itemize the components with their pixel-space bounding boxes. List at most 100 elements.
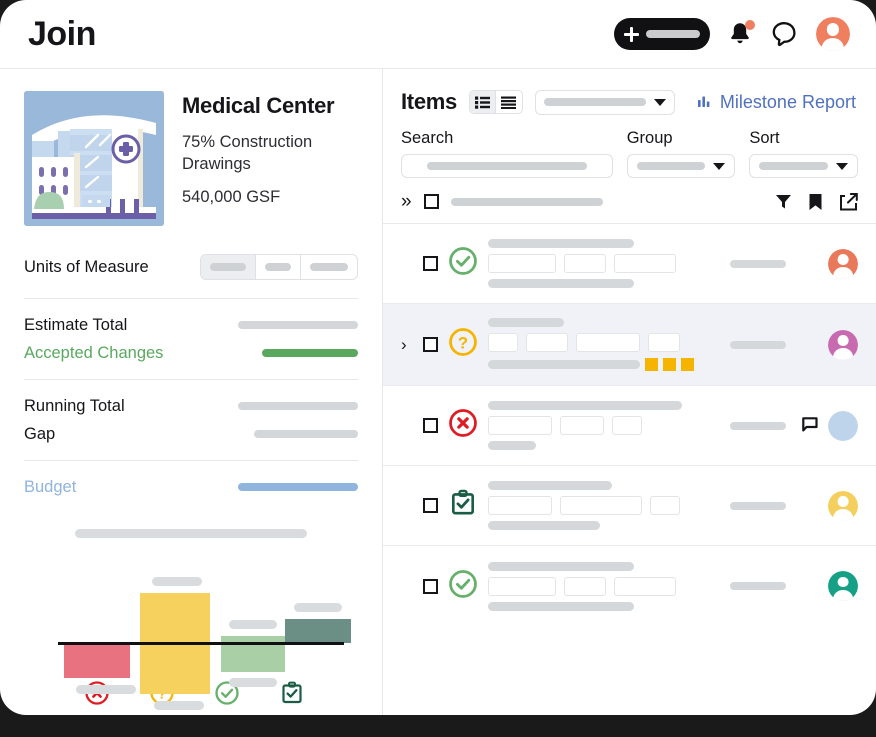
chat-bubble-icon <box>772 22 796 47</box>
main-content: Medical Center 75% Construction Drawings… <box>0 68 876 715</box>
uom-segment-2-label <box>265 263 291 271</box>
milestone-select-value <box>543 98 646 106</box>
search-input-value <box>426 162 587 170</box>
row-checkbox[interactable] <box>423 578 438 594</box>
table-row[interactable] <box>383 546 876 626</box>
table-row[interactable]: › ? <box>383 304 876 386</box>
row-actions <box>796 571 858 601</box>
row-meta-placeholder <box>730 340 786 349</box>
milestone-select[interactable] <box>534 89 675 115</box>
search-input[interactable] <box>401 154 613 178</box>
row-chip[interactable] <box>564 576 606 596</box>
row-avatar[interactable] <box>828 571 858 601</box>
chevron-down-icon <box>713 162 726 170</box>
chevron-down-icon <box>836 162 848 170</box>
metric-label: Gap <box>24 424 56 443</box>
chart-bar-label-accepted-bottom <box>229 678 277 687</box>
row-checkbox[interactable] <box>423 498 438 513</box>
select-all-checkbox[interactable] <box>423 194 439 209</box>
row-checkbox[interactable] <box>423 337 438 352</box>
row-avatar[interactable] <box>828 329 858 360</box>
avatar-head-shape <box>837 576 849 588</box>
row-chip[interactable] <box>488 576 556 596</box>
row-subtitle-placeholder <box>488 279 634 288</box>
row-chips <box>488 496 720 515</box>
filter-icon[interactable] <box>775 193 792 210</box>
metric-row-estimate-total[interactable]: Estimate Total <box>24 311 358 339</box>
avatar-head-shape <box>837 335 849 346</box>
row-content <box>488 561 720 611</box>
metric-value-placeholder <box>262 349 358 357</box>
row-subtitle-placeholder <box>488 441 536 450</box>
view-mode-toggle[interactable] <box>468 90 523 114</box>
add-button-label-placeholder <box>646 30 700 38</box>
compact-list-view-button[interactable] <box>496 91 522 113</box>
chart-bar-rejected <box>64 642 130 678</box>
items-panel: Items Milestone Report Search Group Sort… <box>383 69 876 715</box>
row-chip[interactable] <box>560 496 642 515</box>
metric-value-placeholder <box>238 483 358 491</box>
status-waterfall-chart: ? <box>24 529 358 714</box>
bookmark-icon[interactable] <box>808 193 823 211</box>
table-row[interactable] <box>383 386 876 466</box>
group-field: Group <box>626 129 736 178</box>
double-chevron-right-icon[interactable]: » <box>401 192 412 211</box>
row-chip[interactable] <box>488 254 556 273</box>
metric-row-budget[interactable]: Budget <box>24 473 358 501</box>
units-of-measure-toggle[interactable] <box>200 254 358 280</box>
group-select[interactable] <box>626 154 736 178</box>
metric-label: Estimate Total <box>24 315 128 334</box>
row-chip[interactable] <box>614 576 676 596</box>
row-chip[interactable] <box>576 333 640 352</box>
row-checkbox[interactable] <box>423 418 438 433</box>
share-icon[interactable] <box>839 192 858 211</box>
messages-button[interactable] <box>770 20 798 48</box>
row-chip[interactable] <box>488 333 518 352</box>
question-circle-icon[interactable]: ? <box>448 327 478 362</box>
project-summary: Medical Center 75% Construction Drawings… <box>24 91 358 226</box>
uom-segment-1[interactable] <box>201 255 256 279</box>
comment-flag-icon[interactable] <box>802 417 818 434</box>
metric-row-accepted-changes[interactable]: Accepted Changes <box>24 339 358 367</box>
check-circle-icon[interactable] <box>448 246 478 281</box>
row-avatar[interactable] <box>828 248 858 279</box>
clipboard-check-icon[interactable] <box>448 488 478 523</box>
detail-list-view-button[interactable] <box>469 91 496 113</box>
row-chip[interactable] <box>488 416 552 435</box>
milestone-report-link[interactable]: Milestone Report <box>697 92 858 113</box>
table-row[interactable] <box>383 224 876 304</box>
metric-row-gap[interactable]: Gap <box>24 420 358 448</box>
sort-select[interactable] <box>749 154 858 178</box>
row-avatar[interactable] <box>828 410 858 441</box>
uom-segment-3[interactable] <box>301 255 357 279</box>
row-content <box>488 481 720 530</box>
row-actions <box>796 410 858 441</box>
row-subtitle-placeholder <box>488 360 640 369</box>
uom-segment-2[interactable] <box>256 255 301 279</box>
column-header-placeholder <box>450 197 603 206</box>
row-chip[interactable] <box>648 333 680 352</box>
sort-select-value <box>759 162 828 170</box>
row-chip[interactable] <box>614 254 676 273</box>
row-chip[interactable] <box>650 496 680 515</box>
row-chip[interactable] <box>526 333 568 352</box>
check-circle-icon[interactable] <box>448 569 478 604</box>
search-field: Search <box>401 129 613 178</box>
row-chip[interactable] <box>612 416 642 435</box>
row-chip[interactable] <box>488 496 552 515</box>
row-avatar[interactable] <box>828 490 858 521</box>
add-button[interactable] <box>614 18 710 50</box>
project-title: Medical Center <box>182 93 335 118</box>
user-avatar[interactable] <box>816 17 850 51</box>
metric-row-running-total[interactable]: Running Total <box>24 392 358 420</box>
row-chip[interactable] <box>560 416 604 435</box>
app-logo[interactable]: Join <box>28 15 96 54</box>
notifications-button[interactable] <box>728 20 755 47</box>
table-row[interactable] <box>383 466 876 546</box>
metric-value-placeholder <box>238 402 358 410</box>
x-circle-icon[interactable] <box>448 408 478 443</box>
project-thumbnail[interactable] <box>24 91 164 226</box>
row-expand-chevron-icon[interactable]: › <box>401 335 413 355</box>
row-checkbox[interactable] <box>423 256 438 271</box>
row-chip[interactable] <box>564 254 606 273</box>
